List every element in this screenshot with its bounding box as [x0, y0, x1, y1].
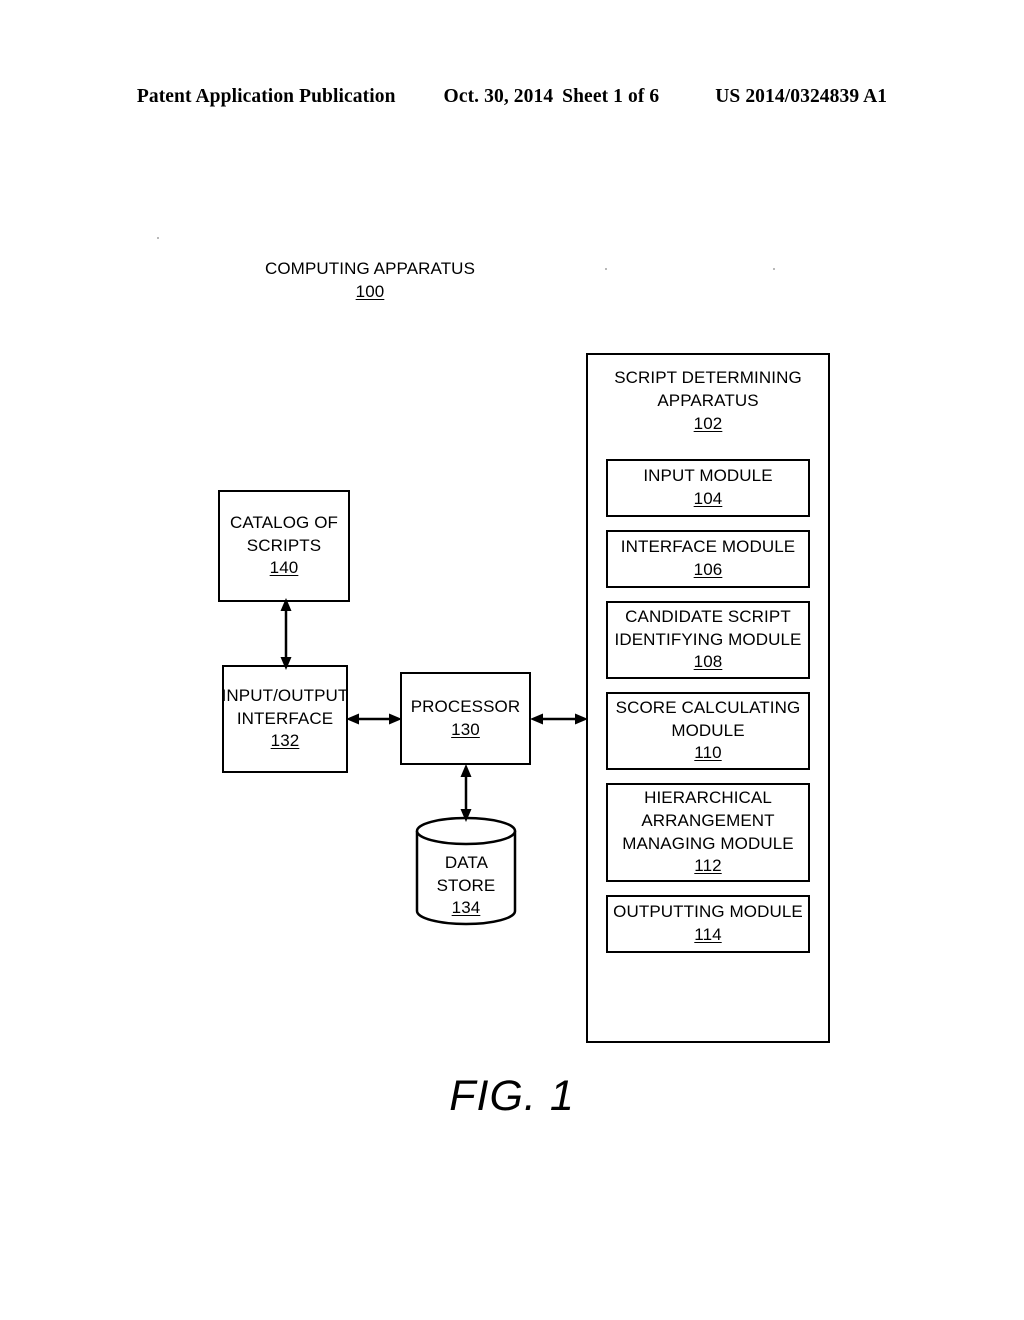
- scan-speck: [605, 268, 607, 270]
- connector-io-to-processor: [346, 713, 402, 725]
- module-input-line-1: INPUT MODULE: [643, 466, 773, 486]
- module-score-line-1: SCORE CALCULATING: [615, 698, 801, 718]
- module-input-ref: 104: [693, 489, 723, 508]
- module-stack: INPUT MODULE 104 INTERFACE MODULE 106 CA…: [606, 459, 810, 953]
- computing-apparatus-title: COMPUTING APPARATUS: [264, 259, 476, 278]
- data-store-ref: 134: [451, 898, 481, 918]
- io-line-2: INTERFACE: [236, 708, 334, 728]
- module-hierarchical-ref: 112: [694, 856, 722, 876]
- module-hierarchical-arrangement-managing: HIERARCHICAL ARRANGEMENT MANAGING MODULE…: [606, 783, 810, 882]
- module-input: INPUT MODULE 104: [606, 459, 810, 517]
- computing-apparatus-label: COMPUTING APPARATUS 100: [240, 258, 500, 304]
- module-candidate-line-2: IDENTIFYING MODULE: [614, 629, 802, 649]
- figure-sheet: COMPUTING APPARATUS 100 CATALOG OF SCRIP…: [0, 0, 1024, 1320]
- figure-caption: FIG. 1: [449, 1072, 575, 1120]
- catalog-ref: 140: [269, 558, 299, 578]
- data-store-label: DATA STORE 134: [415, 852, 517, 920]
- computing-apparatus-ref: 100: [355, 281, 385, 301]
- module-outputting: OUTPUTTING MODULE 114: [606, 895, 810, 953]
- module-interface-ref: 106: [693, 560, 723, 579]
- module-hierarchical-line-3: MANAGING MODULE: [622, 833, 794, 853]
- catalog-of-scripts-box: CATALOG OF SCRIPTS 140: [218, 490, 350, 602]
- module-hierarchical-line-1: HIERARCHICAL: [644, 788, 772, 808]
- processor-line-1: PROCESSOR: [410, 697, 521, 717]
- module-score-ref: 110: [694, 743, 722, 763]
- module-interface: INTERFACE MODULE 106: [606, 530, 810, 588]
- connector-catalog-to-io: [280, 598, 292, 670]
- scan-speck: [773, 268, 775, 270]
- apparatus-ref: 102: [693, 413, 723, 433]
- io-line-1: INPUT/OUTPUT: [221, 686, 349, 706]
- processor-box: PROCESSOR 130: [400, 672, 531, 765]
- apparatus-title-line-2: APPARATUS: [657, 390, 759, 410]
- module-candidate-ref: 108: [693, 652, 723, 672]
- connector-processor-to-data-store: [460, 764, 472, 822]
- module-hierarchical-line-2: ARRANGEMENT: [641, 810, 775, 830]
- connector-processor-to-apparatus: [530, 713, 588, 725]
- module-candidate-line-1: CANDIDATE SCRIPT: [625, 607, 791, 627]
- data-store-line-1: DATA: [444, 853, 488, 872]
- script-determining-apparatus-box: SCRIPT DETERMINING APPARATUS 102 INPUT M…: [586, 353, 830, 1043]
- processor-ref: 130: [451, 719, 480, 739]
- module-interface-line-1: INTERFACE MODULE: [620, 537, 796, 557]
- module-candidate-script-identifying: CANDIDATE SCRIPT IDENTIFYING MODULE 108: [606, 601, 810, 679]
- input-output-interface-box: INPUT/OUTPUT INTERFACE 132: [222, 665, 348, 773]
- module-score-line-2: MODULE: [671, 720, 745, 740]
- module-outputting-line-1: OUTPUTTING MODULE: [613, 902, 803, 922]
- data-store-line-2: STORE: [436, 875, 496, 895]
- apparatus-title-line-1: SCRIPT DETERMINING: [614, 368, 802, 387]
- module-score-calculating: SCORE CALCULATING MODULE 110: [606, 692, 810, 770]
- module-outputting-ref: 114: [694, 925, 722, 944]
- data-store-cylinder: DATA STORE 134: [415, 816, 517, 926]
- apparatus-title: SCRIPT DETERMINING APPARATUS 102: [588, 367, 828, 435]
- scan-speck: [157, 237, 159, 239]
- io-ref: 132: [270, 731, 300, 751]
- catalog-line-2: SCRIPTS: [246, 535, 322, 555]
- catalog-line-1: CATALOG OF: [229, 513, 339, 533]
